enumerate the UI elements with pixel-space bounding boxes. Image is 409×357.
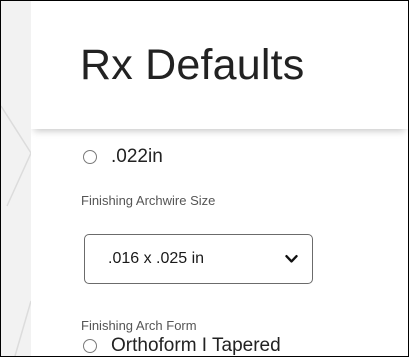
radio-option-orthoform-tapered[interactable]: Orthoform I Tapered (83, 335, 281, 356)
radio-button[interactable] (83, 339, 97, 353)
rx-defaults-panel: Rx Defaults .022in Finishing Archwire Si… (31, 1, 408, 356)
radio-option-label: .022in (111, 146, 163, 167)
panel-scroll-area[interactable]: .022in Finishing Archwire Size .016 x .0… (31, 129, 408, 356)
chevron-down-icon (285, 255, 298, 263)
radio-option-label: Orthoform I Tapered (111, 335, 281, 356)
radio-option-022in[interactable]: .022in (83, 146, 163, 167)
select-value: .016 x .025 in (108, 250, 205, 267)
background-page-strip (1, 1, 31, 356)
screenshot-frame: Rx Defaults .022in Finishing Archwire Si… (0, 0, 409, 357)
radio-button[interactable] (83, 150, 97, 164)
background-lines (1, 105, 31, 356)
finishing-archwire-size-select[interactable]: .016 x .025 in (84, 234, 313, 284)
finishing-arch-form-label: Finishing Arch Form (81, 318, 197, 333)
panel-title: Rx Defaults (80, 41, 305, 89)
panel-header: Rx Defaults (31, 1, 408, 129)
finishing-archwire-size-label: Finishing Archwire Size (81, 193, 216, 208)
